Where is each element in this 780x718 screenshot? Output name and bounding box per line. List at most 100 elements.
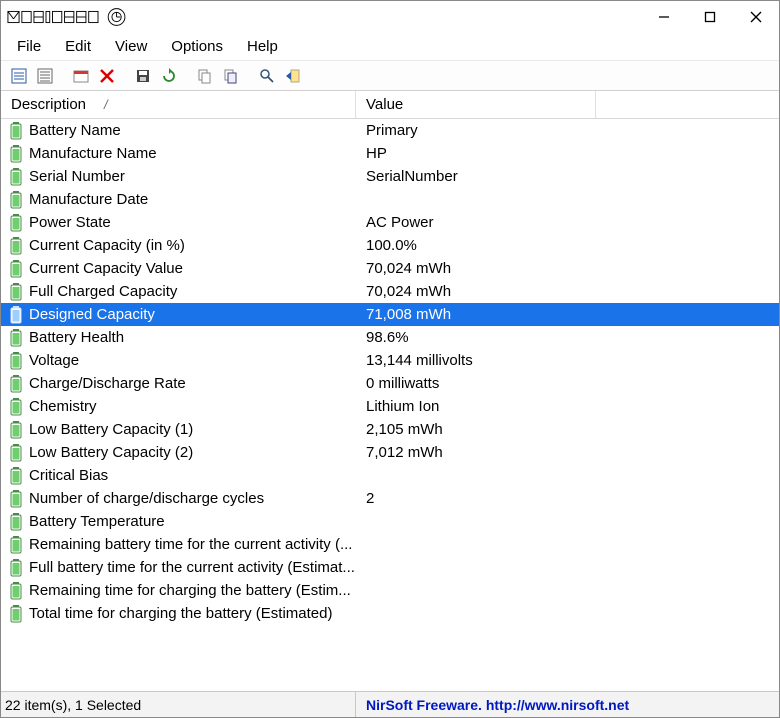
row-description-cell: Battery Health	[1, 329, 356, 347]
row-value-cell: 0 milliwatts	[356, 375, 596, 392]
row-description-text: Critical Bias	[29, 467, 108, 484]
table-row[interactable]: Total time for charging the battery (Est…	[1, 602, 779, 625]
row-description-cell: Low Battery Capacity (2)	[1, 444, 356, 462]
row-description-text: Manufacture Date	[29, 191, 148, 208]
row-description-cell: Remaining battery time for the current a…	[1, 536, 356, 554]
row-description-cell: Battery Temperature	[1, 513, 356, 531]
table-row[interactable]: Designed Capacity71,008 mWh	[1, 303, 779, 326]
row-description-cell: Low Battery Capacity (1)	[1, 421, 356, 439]
close-button[interactable]	[733, 1, 779, 33]
row-description-text: Total time for charging the battery (Est…	[29, 605, 332, 622]
toolbar-refresh-icon[interactable]	[157, 64, 181, 88]
table-row[interactable]: Full battery time for the current activi…	[1, 556, 779, 579]
row-value-cell: 7,012 mWh	[356, 444, 596, 461]
table-row[interactable]: ChemistryLithium Ion	[1, 395, 779, 418]
toolbar-copy-icon[interactable]	[193, 64, 217, 88]
toolbar-details-view-icon[interactable]	[7, 64, 31, 88]
row-description-text: Manufacture Name	[29, 145, 157, 162]
row-description-cell: Voltage	[1, 352, 356, 370]
row-value-cell: HP	[356, 145, 596, 162]
titlebar-left	[7, 7, 137, 27]
data-list[interactable]: Battery Name Primary Manufacture Name HP Ser…	[1, 119, 779, 691]
column-headers: Description / Value	[1, 91, 779, 119]
table-row[interactable]: Battery Health 98.6%	[1, 326, 779, 349]
table-row[interactable]: Current Capacity Value 70,024 mWh	[1, 257, 779, 280]
menu-view[interactable]: View	[105, 36, 157, 57]
table-row[interactable]: Number of charge/discharge cycles 2	[1, 487, 779, 510]
row-value-cell: 70,024 mWh	[356, 260, 596, 277]
status-credits-link[interactable]: NirSoft Freeware. http://www.nirsoft.net	[356, 692, 779, 717]
row-description-text: Number of charge/discharge cycles	[29, 490, 264, 507]
row-description-text: Battery Name	[29, 122, 121, 139]
table-row[interactable]: Battery Name Primary	[1, 119, 779, 142]
table-row[interactable]: Full Charged Capacity70,024 mWh	[1, 280, 779, 303]
table-row[interactable]: Battery Temperature	[1, 510, 779, 533]
table-row[interactable]: Current Capacity (in %) 100.0%	[1, 234, 779, 257]
menu-edit[interactable]: Edit	[55, 36, 101, 57]
row-description-text: Full Charged Capacity	[29, 283, 177, 300]
row-value-cell: 2	[356, 490, 596, 507]
toolbar-delete-icon[interactable]	[95, 64, 119, 88]
column-header-value[interactable]: Value	[356, 91, 596, 118]
table-row[interactable]: Critical Bias	[1, 464, 779, 487]
row-value-text: AC Power	[366, 214, 434, 231]
table-row[interactable]: Voltage 13,144 millivolts	[1, 349, 779, 372]
table-row[interactable]: Serial NumberSerialNumber	[1, 165, 779, 188]
row-description-cell: Power State	[1, 214, 356, 232]
row-value-text: 100.0%	[366, 237, 417, 254]
row-value-text: 0 milliwatts	[366, 375, 439, 392]
row-description-text: Battery Temperature	[29, 513, 165, 530]
row-description-cell: Full battery time for the current activi…	[1, 559, 356, 577]
row-value-cell: Primary	[356, 122, 596, 139]
row-description-cell: Number of charge/discharge cycles	[1, 490, 356, 508]
toolbar-save-icon[interactable]	[131, 64, 155, 88]
table-row[interactable]: Remaining battery time for the current a…	[1, 533, 779, 556]
table-row[interactable]: Power State AC Power	[1, 211, 779, 234]
row-description-text: Current Capacity (in %)	[29, 237, 185, 254]
row-value-cell: 2,105 mWh	[356, 421, 596, 438]
menu-options[interactable]: Options	[161, 36, 233, 57]
row-description-cell: Remaining time for charging the battery …	[1, 582, 356, 600]
row-value-text: SerialNumber	[366, 168, 458, 185]
table-row[interactable]: Manufacture Name HP	[1, 142, 779, 165]
row-description-text: Remaining battery time for the current a…	[29, 536, 352, 553]
row-value-cell: SerialNumber	[356, 168, 596, 185]
toolbar-copy-all-icon[interactable]	[219, 64, 243, 88]
minimize-button[interactable]	[641, 1, 687, 33]
row-description-cell: Battery Name	[1, 122, 356, 140]
row-description-cell: Charge/Discharge Rate	[1, 375, 356, 393]
table-row[interactable]: Charge/Discharge Rate 0 milliwatts	[1, 372, 779, 395]
row-value-text: 2,105 mWh	[366, 421, 443, 438]
table-row[interactable]: Low Battery Capacity (2) 7,012 mWh	[1, 441, 779, 464]
statusbar: 22 item(s), 1 Selected NirSoft Freeware.…	[1, 691, 779, 717]
row-description-text: Voltage	[29, 352, 79, 369]
row-value-text: HP	[366, 145, 387, 162]
menu-help[interactable]: Help	[237, 36, 288, 57]
row-value-text: 7,012 mWh	[366, 444, 443, 461]
app-window: File Edit View Options Help	[0, 0, 780, 718]
toolbar-find-icon[interactable]	[255, 64, 279, 88]
titlebar	[1, 1, 779, 33]
sort-indicator-icon: /	[104, 97, 108, 112]
table-row[interactable]: Manufacture Date	[1, 188, 779, 211]
column-header-description[interactable]: Description /	[1, 91, 356, 118]
maximize-button[interactable]	[687, 1, 733, 33]
toolbar-exit-icon[interactable]	[281, 64, 305, 88]
status-item-count: 22 item(s), 1 Selected	[1, 692, 356, 717]
row-description-text: Designed Capacity	[29, 306, 155, 323]
table-row[interactable]: Remaining time for charging the battery …	[1, 579, 779, 602]
table-row[interactable]: Low Battery Capacity (1) 2,105 mWh	[1, 418, 779, 441]
row-description-text: Low Battery Capacity (1)	[29, 421, 193, 438]
row-description-text: Current Capacity Value	[29, 260, 183, 277]
menu-file[interactable]: File	[7, 36, 51, 57]
row-value-cell: 13,144 millivolts	[356, 352, 596, 369]
toolbar-list-view-icon[interactable]	[33, 64, 57, 88]
row-value-cell: 98.6%	[356, 329, 596, 346]
column-header-value-label: Value	[366, 96, 403, 113]
row-description-cell: Total time for charging the battery (Est…	[1, 605, 356, 623]
row-description-text: Battery Health	[29, 329, 124, 346]
row-description-cell: Current Capacity Value	[1, 260, 356, 278]
row-value-text: Primary	[366, 122, 418, 139]
row-value-text: 13,144 millivolts	[366, 352, 473, 369]
toolbar-properties-icon[interactable]	[69, 64, 93, 88]
